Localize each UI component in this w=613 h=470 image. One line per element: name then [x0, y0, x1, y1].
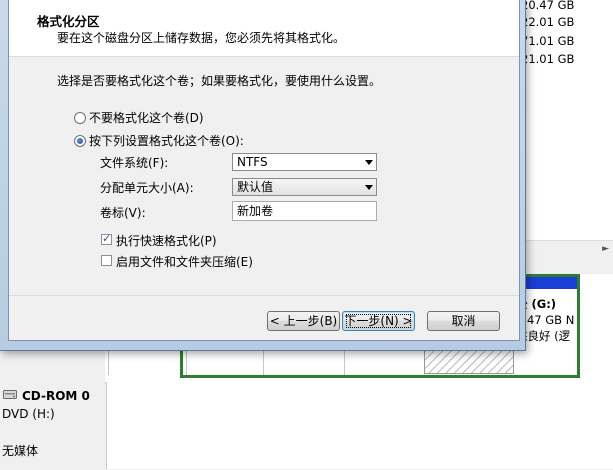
dialog-body: 格式化分区 要在这个磁盘分区上储存数据，您必须先将其格式化。 选择是否要格式化这…: [8, 0, 520, 341]
format-label[interactable]: 按下列设置格式化这个卷(O):: [89, 132, 244, 149]
page-title: 格式化分区: [37, 14, 100, 29]
next-button[interactable]: 下一步(N) >: [342, 311, 415, 331]
volume-label-label: 卷标(V):: [100, 206, 146, 220]
volume-list: 20.47 GB 22.01 GB 71.01 GB 21.01 GB: [515, 0, 613, 240]
chevron-down-icon: [365, 160, 373, 165]
chevron-down-icon: [365, 185, 373, 190]
volume-label-input[interactable]: 新加卷: [232, 201, 377, 221]
back-button[interactable]: < 上一步(B): [267, 311, 340, 331]
cdrom-title: CD-ROM 0: [22, 389, 90, 403]
compression-label[interactable]: 启用文件和文件夹压缩(E): [116, 253, 253, 270]
quick-format-checkbox[interactable]: ✓: [101, 232, 112, 245]
format-partition-dialog: 格式化分区 要在这个磁盘分区上储存数据，您必须先将其格式化。 选择是否要格式化这…: [0, 0, 526, 351]
cancel-button[interactable]: 取消: [427, 311, 500, 331]
dialog-footer: < 上一步(B) 下一步(N) > 取消: [9, 296, 519, 340]
scroll-right-icon[interactable]: ►: [602, 244, 609, 254]
file-system-select[interactable]: NTFS: [232, 153, 377, 171]
cdrom-type: DVD (H:): [2, 407, 55, 421]
dialog-content: 选择是否要格式化这个卷；如果要格式化，要使用什么设置。 不要格式化这个卷(D) …: [9, 57, 519, 296]
cdrom-partitions: [106, 382, 613, 469]
allocation-unit-select[interactable]: 默认值: [232, 178, 377, 196]
horizontal-scrollbar[interactable]: ►: [515, 240, 613, 258]
compression-checkbox[interactable]: [101, 255, 112, 266]
file-system-label: 文件系统(F):: [100, 156, 169, 170]
instruction-text: 选择是否要格式化这个卷；如果要格式化，要使用什么设置。: [57, 74, 382, 88]
no-format-radio[interactable]: [74, 112, 86, 124]
dialog-header: 格式化分区 要在这个磁盘分区上储存数据，您必须先将其格式化。: [9, 0, 519, 57]
format-radio[interactable]: [74, 135, 86, 147]
no-format-label[interactable]: 不要格式化这个卷(D): [89, 109, 204, 126]
page-description: 要在这个磁盘分区上储存数据，您必须先将其格式化。: [57, 31, 346, 45]
allocation-unit-label: 分配单元大小(A):: [100, 181, 194, 195]
quick-format-label[interactable]: 执行快速格式化(P): [116, 232, 217, 249]
focus-ring: [346, 314, 411, 328]
cdrom-media: 无媒体: [2, 444, 39, 458]
checkmark-icon: ✓: [102, 232, 112, 245]
cdrom-drive-icon: [3, 390, 17, 399]
